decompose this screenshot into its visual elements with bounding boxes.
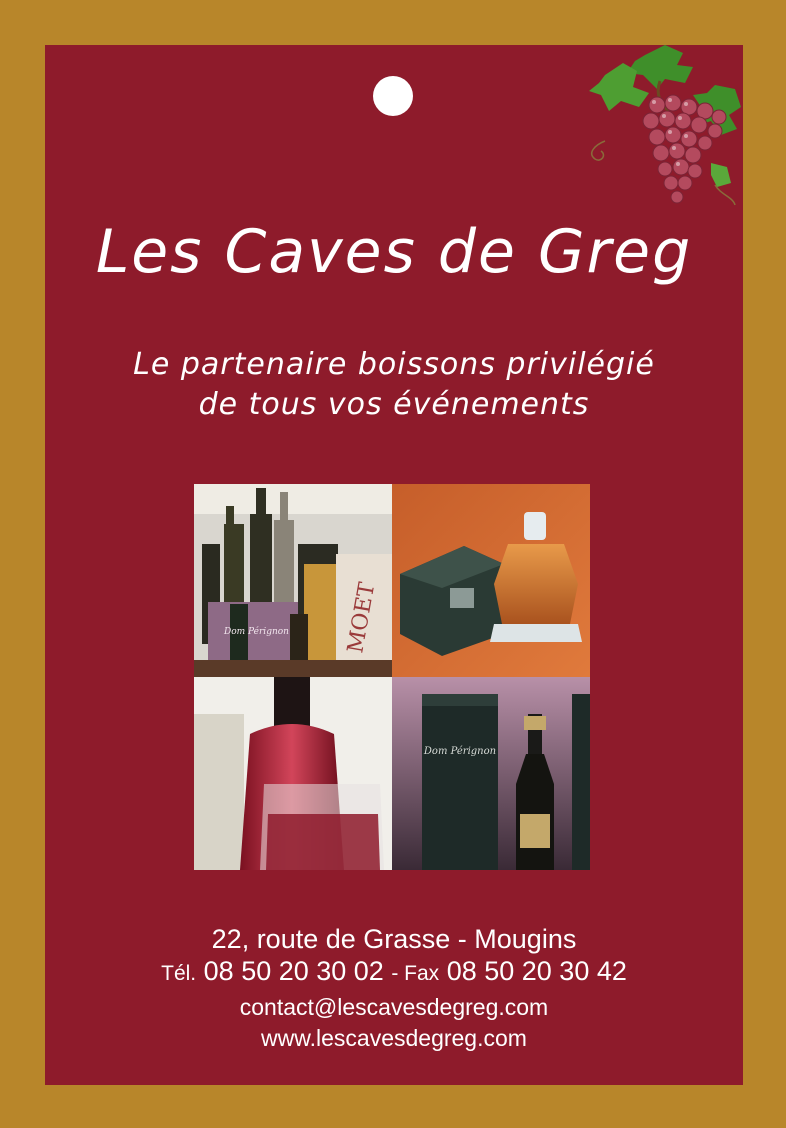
tagline-line-2: de tous vos événements xyxy=(198,387,590,422)
dom-perignon-box-label: Dom Pérignon xyxy=(423,746,496,757)
website-link[interactable]: www.lescavesdegreg.com xyxy=(45,1023,743,1054)
flyer-card: Les Caves de Greg Le partenaire boissons… xyxy=(45,45,743,1085)
collage-quadrant-rose-wine xyxy=(194,677,392,870)
phone-label: Tél. xyxy=(161,962,197,985)
collage-quadrant-cognac xyxy=(392,484,590,677)
product-collage: MOET Dom Pérignon Dom Pérignon xyxy=(194,484,590,870)
page-title: Les Caves de Greg xyxy=(95,217,693,287)
phone-number[interactable]: 08 50 20 30 02 xyxy=(204,956,384,986)
address: 22, route de Grasse - Mougins xyxy=(211,924,577,954)
fax-number: 08 50 20 30 42 xyxy=(446,956,627,986)
email-link[interactable]: contact@lescavesdegreg.com xyxy=(45,992,743,1023)
contact-block: 22, route de Grasse - Mougins Tél. 08 50… xyxy=(45,923,743,1054)
tagline: Le partenaire boissons privilégié de tou… xyxy=(45,345,743,425)
phone-fax-line: Tél. 08 50 20 30 02 - Fax 08 50 20 30 42 xyxy=(45,955,743,990)
fax-label: - Fax xyxy=(391,962,440,985)
collage-quadrant-dom-perignon xyxy=(392,677,590,870)
hang-hole xyxy=(373,76,413,116)
grape-cluster-icon xyxy=(589,45,741,206)
tagline-line-1: Le partenaire boissons privilégié xyxy=(133,347,655,382)
rose-box-label: Dom Pérignon xyxy=(223,626,289,637)
